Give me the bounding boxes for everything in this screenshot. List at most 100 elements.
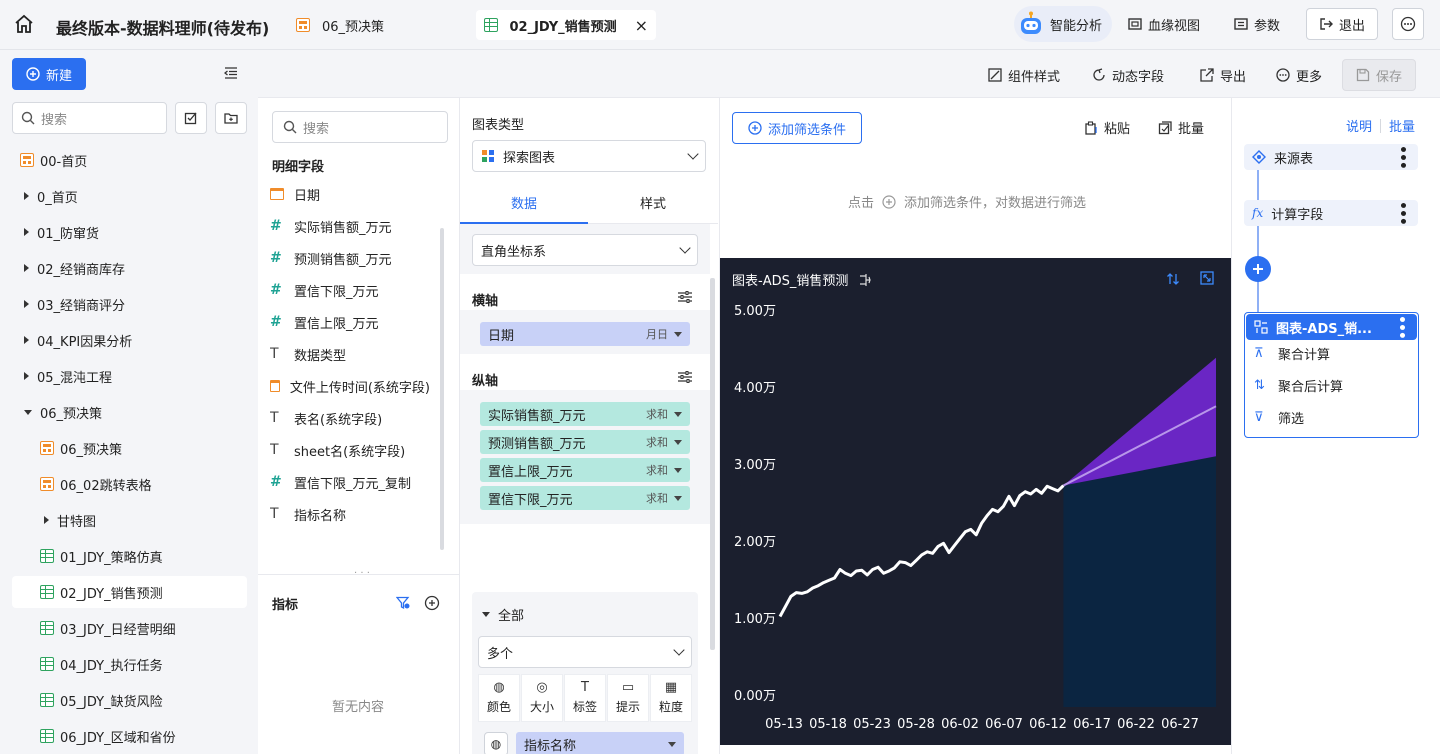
field-item[interactable]: 文件上传时间(系统字段) bbox=[270, 370, 430, 402]
coord-system-select[interactable]: 直角坐标系 bbox=[472, 234, 698, 266]
caret-right-icon[interactable] bbox=[44, 516, 49, 524]
tree-item[interactable]: 01_防窜货 bbox=[12, 216, 247, 248]
paste-button[interactable]: 粘贴 bbox=[1084, 118, 1130, 137]
chart-type-select[interactable]: 探索图表 bbox=[472, 140, 706, 172]
node-menu-icon[interactable]: ••• bbox=[1394, 145, 1410, 169]
field-item[interactable]: T 数据类型 bbox=[270, 338, 430, 370]
field-item[interactable]: # 预测销售额_万元 bbox=[270, 242, 430, 274]
tab-pre-decision[interactable]: 06_预决策 bbox=[288, 10, 392, 40]
dropdown-icon[interactable] bbox=[668, 741, 676, 747]
tree-item[interactable]: 06_02跳转表格 bbox=[12, 468, 247, 500]
marks-type-select[interactable]: 多个 bbox=[478, 636, 692, 668]
field-item[interactable]: T 指标名称 bbox=[270, 498, 430, 530]
tree-item[interactable]: 02_JDY_销售预测 bbox=[12, 576, 247, 608]
field-item[interactable]: # 实际销售额_万元 bbox=[270, 210, 430, 242]
caret-down-icon[interactable] bbox=[24, 409, 32, 415]
chart-step-item[interactable]: ⇅ 聚合后计算 bbox=[1254, 376, 1343, 395]
add-metric-icon[interactable] bbox=[424, 595, 440, 611]
dropdown-icon[interactable] bbox=[674, 439, 682, 445]
field-item[interactable]: # 置信上限_万元 bbox=[270, 306, 430, 338]
tree-item[interactable]: 06_预决策 bbox=[12, 396, 247, 428]
y-axis-field[interactable]: 预测销售额_万元 求和 bbox=[480, 430, 690, 454]
field-item[interactable]: 日期 bbox=[270, 178, 430, 210]
tree-item[interactable]: 02_经销商库存 bbox=[12, 252, 247, 284]
description-link[interactable]: 说明 bbox=[1346, 116, 1372, 135]
y-axis-field[interactable]: 实际销售额_万元 求和 bbox=[480, 402, 690, 426]
field-item[interactable]: # 置信下限_万元_复制 bbox=[270, 466, 430, 498]
component-style-button[interactable]: 组件样式 bbox=[988, 60, 1060, 90]
caret-right-icon[interactable] bbox=[24, 372, 29, 380]
tree-item[interactable]: 00-首页 bbox=[12, 144, 247, 176]
config-scrollbar[interactable] bbox=[710, 278, 715, 650]
x-axis-settings-icon[interactable] bbox=[678, 291, 692, 303]
flow-node-calc-field[interactable]: fx 计算字段 ••• bbox=[1244, 200, 1418, 226]
tree-item[interactable]: 05_混沌工程 bbox=[12, 360, 247, 392]
params-button[interactable]: 参数 bbox=[1234, 9, 1280, 39]
y-axis-settings-icon[interactable] bbox=[678, 371, 692, 383]
batch-select-icon[interactable] bbox=[175, 102, 207, 134]
node-menu-icon[interactable]: ••• bbox=[1393, 315, 1409, 339]
caret-right-icon[interactable] bbox=[24, 192, 29, 200]
y-axis-field[interactable]: 置信下限_万元 求和 bbox=[480, 486, 690, 510]
tab-data[interactable]: 数据 bbox=[460, 182, 588, 224]
dynamic-field-button[interactable]: 动态字段 bbox=[1092, 60, 1164, 90]
tree-item[interactable]: 04_JDY_执行任务 bbox=[12, 648, 247, 680]
batch-link[interactable]: 批量 bbox=[1389, 116, 1415, 135]
color-mark-icon[interactable]: ◍ bbox=[484, 732, 508, 754]
dropdown-icon[interactable] bbox=[674, 467, 682, 473]
marks-all-toggle[interactable]: 全部 bbox=[482, 605, 524, 624]
panel-resize-handle[interactable]: · · · bbox=[354, 568, 370, 579]
close-icon[interactable]: × bbox=[635, 16, 648, 35]
node-menu-icon[interactable]: ••• bbox=[1394, 201, 1410, 225]
mark-field[interactable]: 指标名称 bbox=[516, 732, 684, 754]
sidebar-search-input[interactable]: 搜索 bbox=[12, 102, 167, 134]
more-button[interactable]: 更多 bbox=[1276, 60, 1322, 90]
mark-button-tooltip[interactable]: ▭ 提示 bbox=[607, 674, 649, 722]
tree-item[interactable]: 03_JDY_日经营明细 bbox=[12, 612, 247, 644]
tab-sales-forecast[interactable]: 02_JDY_销售预测 × bbox=[476, 10, 656, 40]
add-step-button[interactable] bbox=[1245, 256, 1271, 282]
tree-item[interactable]: 03_经销商评分 bbox=[12, 288, 247, 320]
dropdown-icon[interactable] bbox=[674, 411, 682, 417]
home-icon[interactable] bbox=[14, 14, 34, 34]
field-item[interactable]: T 表名(系统字段) bbox=[270, 402, 430, 434]
chart-step-item[interactable]: ⊼ 聚合计算 bbox=[1254, 344, 1330, 363]
chart-step-item[interactable]: ⊽ 筛选 bbox=[1254, 408, 1304, 427]
new-button[interactable]: 新建 bbox=[12, 58, 86, 90]
mark-button-granularity[interactable]: ▦ 粒度 bbox=[650, 674, 692, 722]
dropdown-icon[interactable] bbox=[674, 331, 682, 337]
caret-right-icon[interactable] bbox=[24, 300, 29, 308]
metric-filter-icon[interactable] bbox=[396, 596, 410, 610]
tree-item[interactable]: 0_首页 bbox=[12, 180, 247, 212]
tree-item[interactable]: 01_JDY_策略仿真 bbox=[12, 540, 247, 572]
x-axis-field-date[interactable]: 日期 月日 bbox=[480, 322, 690, 346]
mark-button-label[interactable]: T 标签 bbox=[564, 674, 606, 722]
mark-button-color[interactable]: ◍ 颜色 bbox=[478, 674, 520, 722]
flow-node-source-table[interactable]: 来源表 ••• bbox=[1244, 144, 1418, 170]
caret-right-icon[interactable] bbox=[24, 264, 29, 272]
export-button[interactable]: 导出 bbox=[1200, 60, 1246, 90]
field-search-input[interactable]: 搜索 bbox=[272, 111, 448, 143]
tab-style[interactable]: 样式 bbox=[588, 182, 718, 224]
tree-item[interactable]: 06_预决策 bbox=[12, 432, 247, 464]
exit-button[interactable]: 退出 bbox=[1306, 8, 1379, 40]
tree-item[interactable]: 04_KPI因果分析 bbox=[12, 324, 247, 356]
field-item[interactable]: Tsheet名(系统字段) bbox=[270, 434, 430, 466]
tree-item[interactable]: 05_JDY_缺货风险 bbox=[12, 684, 247, 716]
chart-svg[interactable]: 0.00万 1.00万 2.00万 3.00万 4.00万 5.00万 05-13 05-18… bbox=[720, 258, 1231, 745]
collapse-sidebar-icon[interactable] bbox=[224, 66, 238, 80]
batch-filter-button[interactable]: 批量 bbox=[1158, 118, 1204, 137]
add-filter-button[interactable]: 添加筛选条件 bbox=[732, 112, 862, 144]
tree-item[interactable]: 甘特图 bbox=[12, 504, 247, 536]
y-axis-field[interactable]: 置信上限_万元 求和 bbox=[480, 458, 690, 482]
field-item[interactable]: # 置信下限_万元 bbox=[270, 274, 430, 306]
mark-button-size[interactable]: ◎ 大小 bbox=[521, 674, 563, 722]
flow-node-chart[interactable]: 图表-ADS_销... ••• bbox=[1246, 314, 1417, 340]
save-button[interactable]: 保存 bbox=[1342, 59, 1416, 91]
more-icon[interactable] bbox=[1392, 8, 1424, 40]
caret-right-icon[interactable] bbox=[24, 336, 29, 344]
tree-item[interactable]: 06_JDY_区域和省份 bbox=[12, 720, 247, 752]
ai-analysis-button[interactable]: 智能分析 bbox=[1014, 6, 1113, 42]
field-list-scrollbar[interactable] bbox=[440, 228, 444, 550]
lineage-view-button[interactable]: 血缘视图 bbox=[1128, 9, 1200, 39]
